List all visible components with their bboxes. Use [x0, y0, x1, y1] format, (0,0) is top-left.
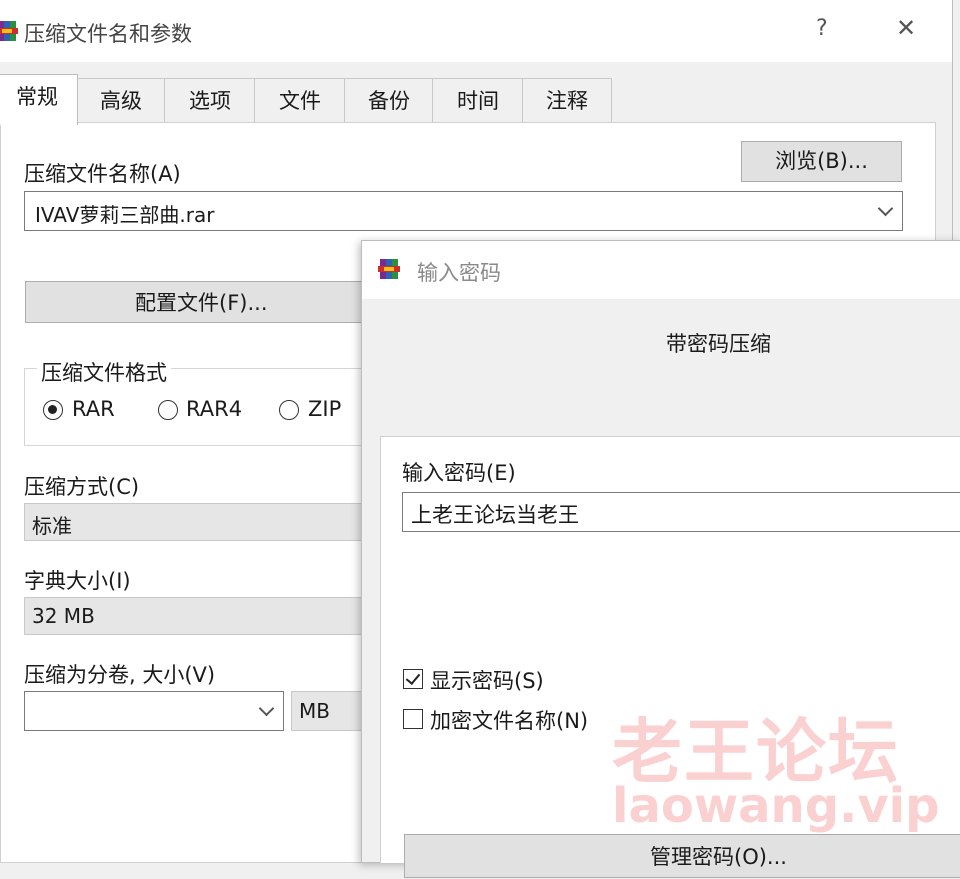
watermark-url: laowang.vip	[612, 778, 940, 834]
tab-options[interactable]: 选项	[164, 78, 256, 123]
dict-select[interactable]: 32 MB	[24, 597, 384, 635]
format-zip-label[interactable]: ZIP	[308, 397, 341, 421]
chevron-down-icon	[877, 200, 894, 217]
archive-name-value: IVAV萝莉三部曲.rar	[35, 203, 215, 227]
profiles-button-label: 配置文件(F)...	[135, 291, 268, 315]
format-zip-radio[interactable]	[279, 400, 299, 420]
profiles-button[interactable]: 配置文件(F)...	[25, 281, 385, 323]
tab-files[interactable]: 文件	[254, 78, 346, 123]
split-size-combo[interactable]	[24, 691, 284, 731]
split-unit-select[interactable]: MB	[291, 691, 371, 731]
dict-value: 32 MB	[32, 604, 95, 628]
archive-name-label: 压缩文件名称(A)	[24, 162, 181, 186]
organize-passwords-label: 管理密码(O)...	[650, 845, 787, 869]
main-title: 压缩文件名和参数	[24, 22, 192, 46]
archive-name-combo[interactable]: IVAV萝莉三部曲.rar	[24, 191, 903, 231]
close-button[interactable]: ✕	[896, 14, 916, 42]
password-heading: 带密码压缩	[666, 332, 771, 356]
tab-backup[interactable]: 备份	[344, 78, 434, 123]
split-label: 压缩为分卷, 大小(V)	[24, 663, 216, 687]
tab-general[interactable]: 常规	[0, 74, 78, 125]
password-input[interactable]: 上老王论坛当老王	[402, 492, 960, 532]
method-label: 压缩方式(C)	[24, 475, 140, 499]
main-titlebar[interactable]: 压缩文件名和参数 ? ✕	[0, 0, 952, 62]
format-rar-radio[interactable]	[43, 400, 63, 420]
tab-advanced[interactable]: 高级	[76, 78, 166, 123]
password-titlebar[interactable]: 输入密码	[362, 241, 960, 299]
dict-label: 字典大小(I)	[24, 569, 131, 593]
organize-passwords-button[interactable]: 管理密码(O)...	[404, 834, 960, 878]
tab-comment[interactable]: 注释	[522, 78, 612, 123]
format-rar4-radio[interactable]	[158, 400, 178, 420]
method-select[interactable]: 标准	[24, 503, 384, 541]
format-group-label: 压缩文件格式	[37, 357, 171, 387]
encrypt-names-label[interactable]: 加密文件名称(N)	[430, 705, 588, 735]
winrar-icon	[378, 258, 400, 280]
browse-button[interactable]: 浏览(B)...	[741, 141, 902, 182]
help-button[interactable]: ?	[816, 16, 828, 41]
format-rar4-label[interactable]: RAR4	[186, 397, 242, 421]
tab-time[interactable]: 时间	[432, 78, 524, 123]
format-rar-label[interactable]: RAR	[72, 397, 115, 421]
method-value: 标准	[32, 514, 72, 538]
enter-password-label: 输入密码(E)	[402, 461, 516, 485]
password-input-value: 上老王论坛当老王	[411, 503, 579, 527]
split-unit-value: MB	[299, 699, 330, 723]
winrar-icon	[0, 20, 18, 42]
password-dialog-title: 输入密码	[417, 261, 501, 285]
show-password-checkbox[interactable]	[403, 669, 423, 689]
chevron-down-icon	[258, 700, 275, 717]
encrypt-names-checkbox[interactable]	[403, 709, 423, 729]
show-password-label[interactable]: 显示密码(S)	[430, 665, 544, 695]
